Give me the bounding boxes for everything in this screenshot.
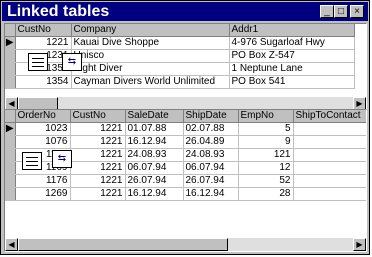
cell[interactable] — [293, 135, 366, 149]
close-button[interactable]: × — [350, 5, 364, 18]
table-row[interactable]: ▶ 1221 Kauai Dive Shoppe 4-976 Sugarloaf… — [5, 36, 355, 50]
cell[interactable]: 9 — [238, 135, 294, 149]
cell[interactable] — [293, 187, 366, 201]
cell[interactable]: 26.07.94 — [183, 174, 239, 188]
row-indicator — [5, 75, 16, 89]
master-col-addr1[interactable]: Addr1 — [229, 24, 355, 37]
master-grid[interactable]: CustNo Company Addr1 ▶ 1221 Kauai Dive S… — [4, 23, 367, 111]
cell[interactable]: 06.07.94 — [183, 161, 239, 175]
cell[interactable]: 24.08.93 — [125, 148, 184, 162]
scroll-thumb[interactable] — [18, 238, 228, 251]
table-row[interactable]: 1176 1221 26.07.94 26.07.94 52 — [5, 174, 366, 188]
current-row-indicator-icon: ▶ — [5, 36, 16, 50]
cell[interactable]: 1221 — [70, 148, 126, 162]
cell[interactable]: 1076 — [15, 135, 71, 149]
table-row[interactable]: 1351 Sight Diver 1 Neptune Lane — [5, 62, 355, 76]
cell[interactable]: 1221 — [70, 187, 126, 201]
detail-col-shiptocontact[interactable]: ShipToContact — [293, 110, 366, 123]
detail-grid[interactable]: OrderNo CustNo SaleDate ShipDate EmpNo S… — [4, 109, 367, 252]
row-indicator — [5, 161, 16, 175]
table-row[interactable]: 1354 Cayman Divers World Unlimited PO Bo… — [5, 75, 355, 89]
cell[interactable]: 16.12.94 — [183, 187, 239, 201]
detail-col-custno[interactable]: CustNo — [70, 110, 126, 123]
row-indicator — [5, 148, 16, 162]
row-indicator — [5, 62, 16, 76]
detail-col-shipdate[interactable]: ShipDate — [183, 110, 239, 123]
cell[interactable]: 5 — [238, 122, 294, 136]
detail-col-empno[interactable]: EmpNo — [238, 110, 294, 123]
cell[interactable]: Sight Diver — [71, 62, 230, 76]
scroll-left-icon[interactable]: ◀ — [5, 238, 18, 251]
cell[interactable]: 1221 — [70, 161, 126, 175]
cell[interactable]: 16.12.94 — [125, 135, 184, 149]
cell[interactable]: 1221 — [70, 174, 126, 188]
cell[interactable]: 24.08.93 — [183, 148, 239, 162]
cell[interactable]: Unisco — [71, 49, 230, 63]
cell[interactable] — [293, 161, 366, 175]
client-area: CustNo Company Addr1 ▶ 1221 Kauai Dive S… — [4, 23, 367, 252]
row-indicator — [5, 187, 16, 201]
cell[interactable]: 1354 — [15, 75, 72, 89]
window-title: Linked tables — [7, 3, 110, 20]
row-indicator — [5, 49, 16, 63]
detail-col-orderno[interactable]: OrderNo — [15, 110, 71, 123]
row-indicator — [5, 135, 16, 149]
detail-hscrollbar[interactable]: ◀ ▶ — [5, 238, 366, 251]
table-row[interactable]: 1231 Unisco PO Box Z-547 — [5, 49, 355, 63]
linked-tables-window: Linked tables _ □ × CustNo Company Addr1… — [0, 0, 370, 255]
cell[interactable]: 1 Neptune Lane — [229, 62, 355, 76]
cell[interactable] — [293, 148, 366, 162]
current-row-indicator-icon: ▶ — [5, 122, 16, 136]
title-bar[interactable]: Linked tables _ □ × — [2, 2, 368, 21]
cell[interactable]: 26.07.94 — [125, 174, 184, 188]
table-row[interactable]: 1269 1221 16.12.94 16.12.94 28 — [5, 187, 366, 201]
cell[interactable]: 1221 — [70, 135, 126, 149]
cell[interactable]: 1176 — [15, 174, 71, 188]
cell[interactable]: PO Box 541 — [229, 75, 355, 89]
cell[interactable]: PO Box Z-547 — [229, 49, 355, 63]
cell[interactable]: 12 — [238, 161, 294, 175]
scroll-right-icon[interactable]: ▶ — [353, 238, 366, 251]
cell[interactable]: Kauai Dive Shoppe — [71, 36, 230, 50]
cell[interactable]: 52 — [238, 174, 294, 188]
header-indicator — [5, 110, 16, 123]
header-indicator — [5, 24, 16, 37]
datasource-icon — [22, 152, 42, 170]
cell[interactable]: Cayman Divers World Unlimited — [71, 75, 230, 89]
cell[interactable]: 1221 — [70, 122, 126, 136]
cell[interactable]: 121 — [238, 148, 294, 162]
cell[interactable]: 4-976 Sugarloaf Hwy — [229, 36, 355, 50]
cell[interactable]: 16.12.94 — [125, 187, 184, 201]
cell[interactable]: 02.07.88 — [183, 122, 239, 136]
row-indicator — [5, 174, 16, 188]
table-icon: ⇆ — [62, 53, 82, 71]
cell[interactable]: 06.07.94 — [125, 161, 184, 175]
cell[interactable]: 28 — [238, 187, 294, 201]
cell[interactable]: 26.04.89 — [183, 135, 239, 149]
maximize-button[interactable]: □ — [334, 5, 348, 18]
cell[interactable] — [293, 122, 366, 136]
table-row[interactable]: 1076 1221 16.12.94 26.04.89 9 — [5, 135, 366, 149]
cell[interactable]: 1023 — [15, 122, 71, 136]
cell[interactable] — [293, 174, 366, 188]
master-col-company[interactable]: Company — [71, 24, 230, 37]
table-row[interactable]: ▶ 1023 1221 01.07.88 02.07.88 5 — [5, 122, 366, 136]
datasource-icon — [28, 53, 48, 71]
cell[interactable]: 01.07.88 — [125, 122, 184, 136]
cell[interactable]: 1221 — [15, 36, 72, 50]
master-col-custno[interactable]: CustNo — [15, 24, 72, 37]
table-icon: ⇆ — [52, 150, 72, 168]
detail-col-saledate[interactable]: SaleDate — [125, 110, 184, 123]
cell[interactable]: 1269 — [15, 187, 71, 201]
minimize-button[interactable]: _ — [320, 5, 334, 18]
